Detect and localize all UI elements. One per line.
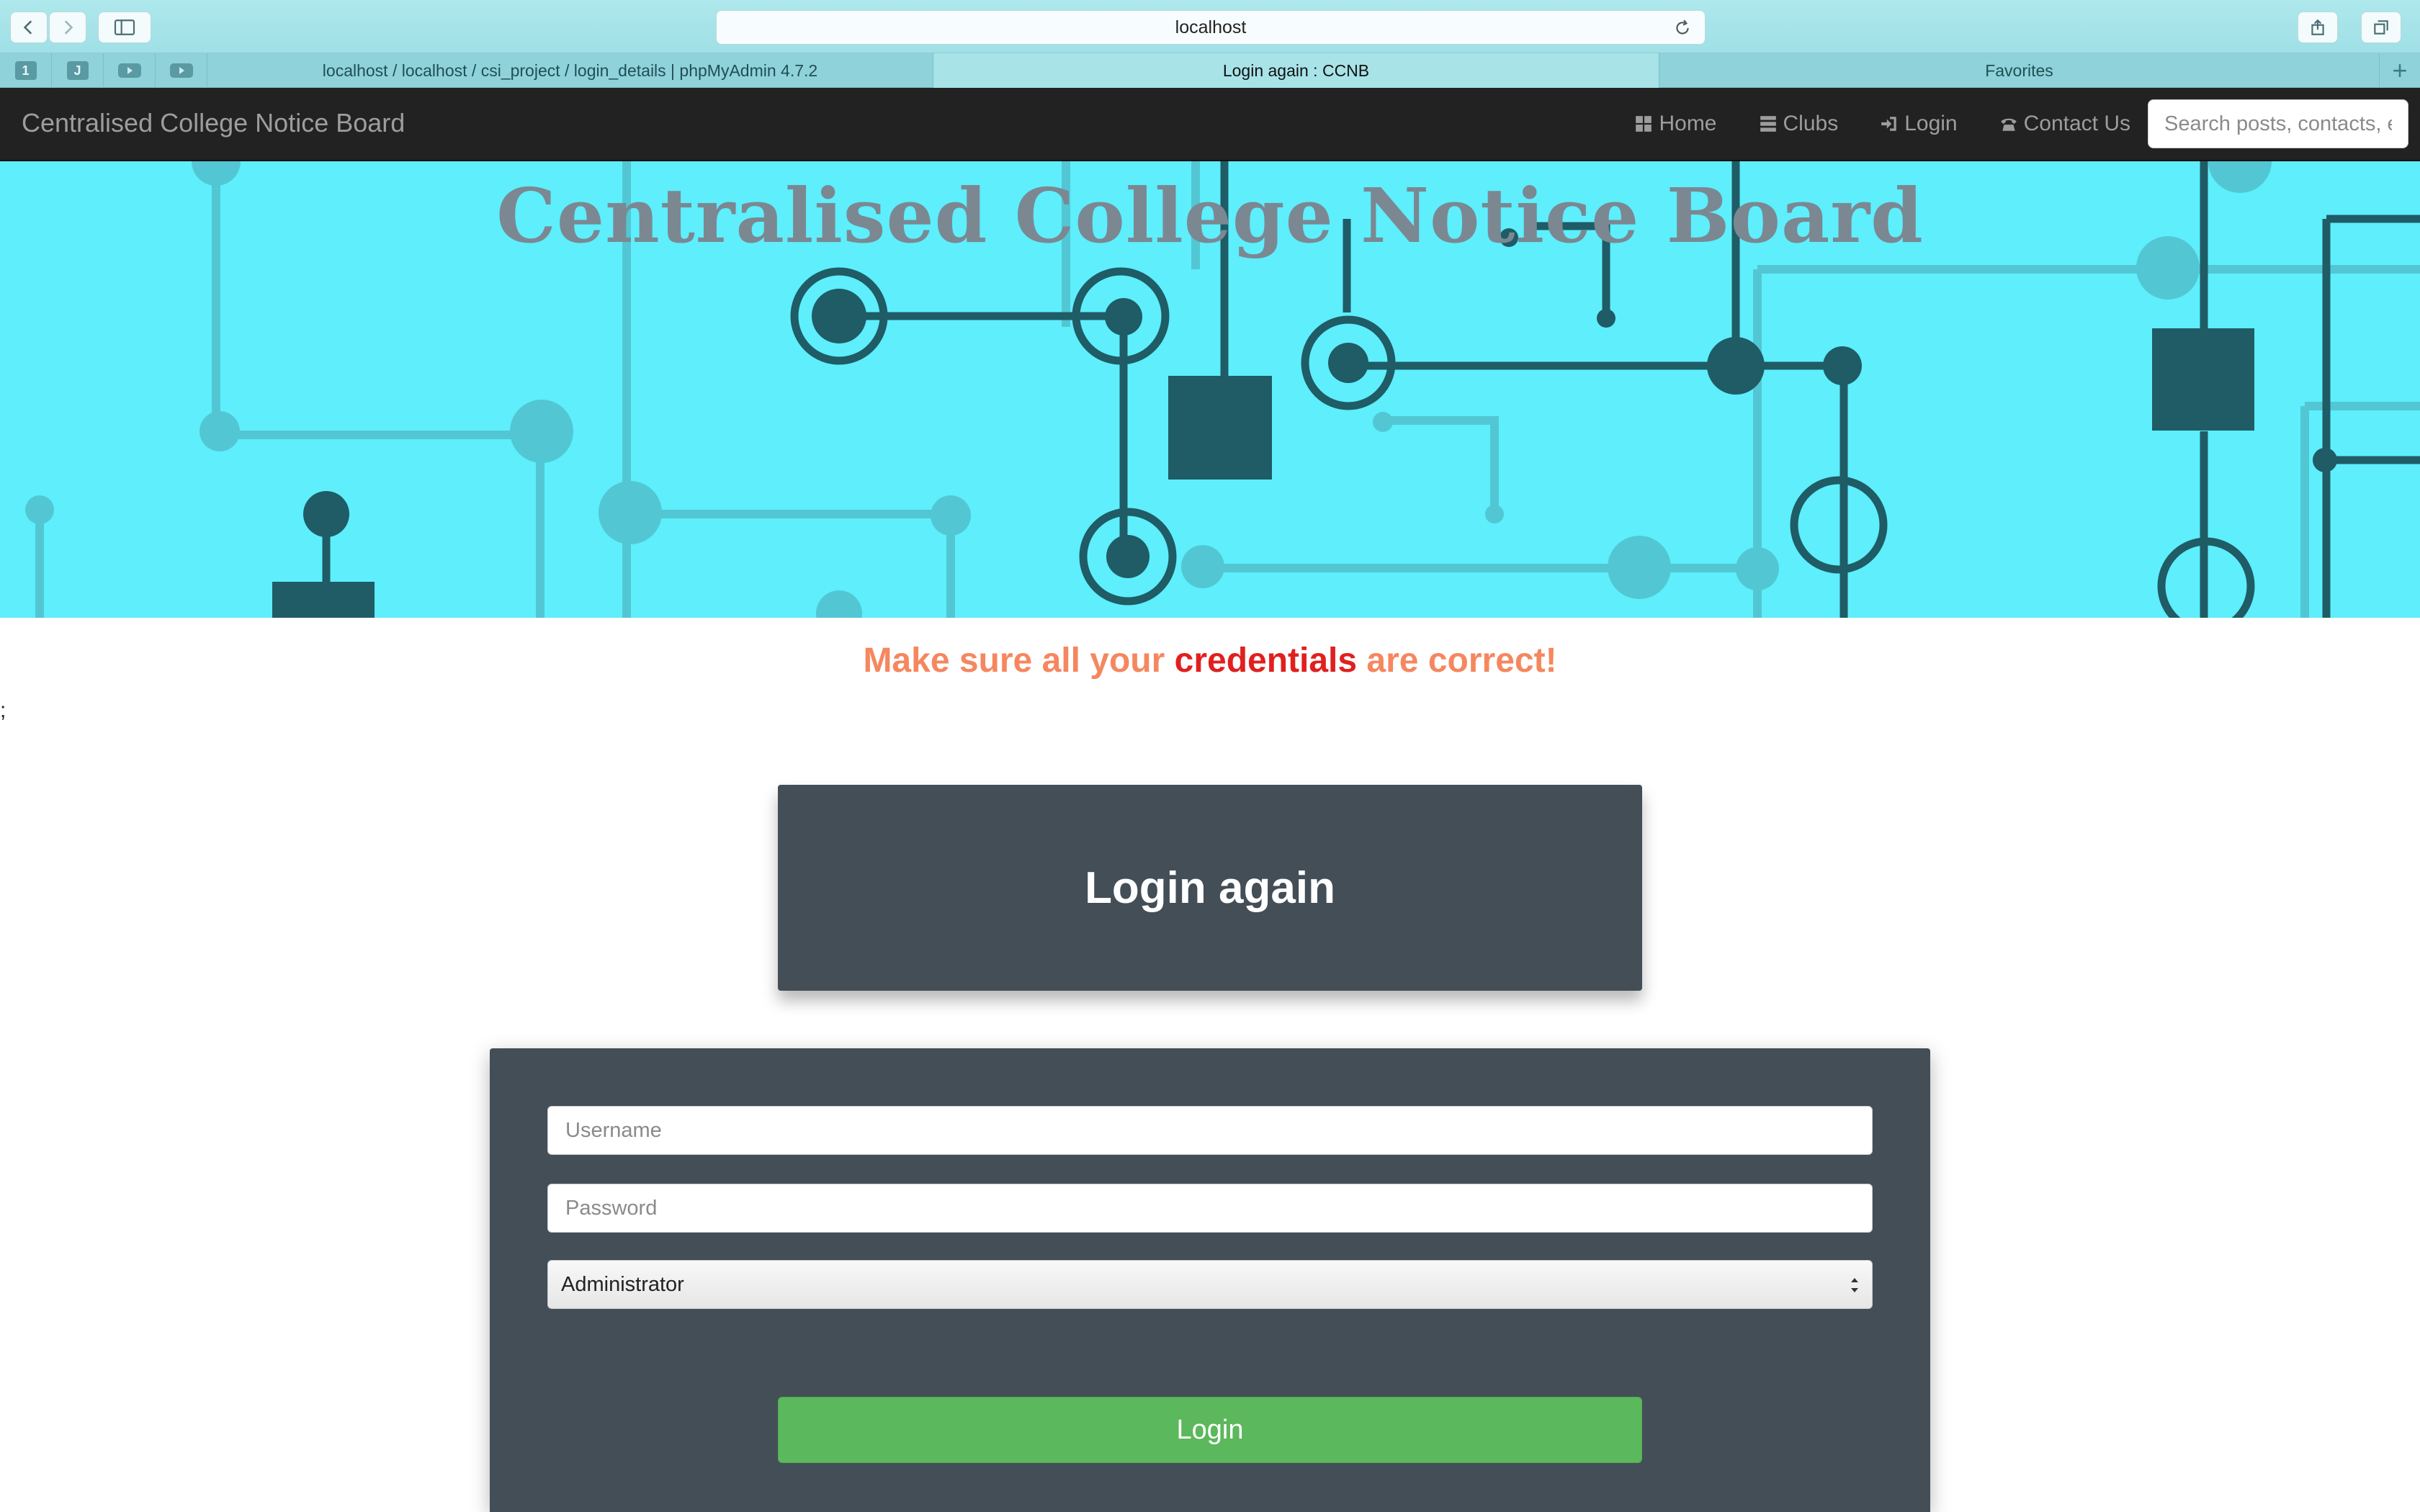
login-heading-card: Login again xyxy=(778,785,1642,991)
login-button[interactable]: Login xyxy=(778,1397,1642,1463)
password-field[interactable] xyxy=(547,1184,1873,1233)
reload-icon[interactable] xyxy=(1673,19,1692,37)
stray-text: ; xyxy=(0,698,6,722)
tabs-overview-button[interactable] xyxy=(2361,12,2401,43)
banner-title: Centralised College Notice Board xyxy=(496,171,1924,260)
chevron-right-icon xyxy=(64,20,73,35)
forward-button[interactable] xyxy=(49,12,86,43)
role-select-value: Administrator xyxy=(561,1272,684,1296)
login-heading: Login again xyxy=(1085,863,1335,913)
pinned-tab[interactable] xyxy=(156,53,207,88)
sidebar-icon xyxy=(114,19,135,35)
sign-in-icon xyxy=(1881,117,1896,131)
url-text: localhost xyxy=(1175,17,1247,37)
pinned-tab[interactable]: 1 xyxy=(0,53,52,88)
chevron-left-icon xyxy=(23,20,32,35)
nav-home[interactable]: Home xyxy=(1634,112,1717,136)
hero-banner: Centralised College Notice Board xyxy=(0,161,2420,618)
navbar-brand[interactable]: Centralised College Notice Board xyxy=(22,108,405,138)
site-navbar: Centralised College Notice Board Home Cl… xyxy=(0,88,2420,161)
nav-login[interactable]: Login xyxy=(1880,112,1958,136)
credentials-warning: Make sure all your credentials are corre… xyxy=(0,641,2420,680)
warning-text-start: Make sure all your xyxy=(863,642,1175,680)
video-icon xyxy=(169,63,193,78)
sidebar-toggle-button[interactable] xyxy=(98,12,151,43)
warning-highlight: credentials xyxy=(1174,642,1358,680)
pinned-tab-badge: J xyxy=(66,61,89,80)
role-select[interactable]: Administrator xyxy=(547,1260,1873,1309)
share-icon xyxy=(2311,19,2324,35)
video-icon xyxy=(117,63,141,78)
list-icon xyxy=(1760,116,1776,132)
search-input[interactable] xyxy=(2148,99,2408,148)
tab-phpmyadmin[interactable]: localhost / localhost / csi_project / lo… xyxy=(207,53,933,88)
nav-clubs[interactable]: Clubs xyxy=(1759,112,1839,136)
new-tab-button[interactable]: + xyxy=(2380,53,2420,87)
tabs-icon xyxy=(2374,20,2388,35)
browser-toolbar: localhost xyxy=(0,0,2420,53)
back-button[interactable] xyxy=(10,12,48,43)
tab-favorites[interactable]: Favorites xyxy=(1659,53,2380,88)
nav-home-label: Home xyxy=(1659,112,1717,135)
grid-icon xyxy=(1636,116,1652,132)
share-button[interactable] xyxy=(2298,12,2338,43)
pinned-tab[interactable] xyxy=(104,53,156,88)
nav-contact-label: Contact Us xyxy=(2023,112,2130,135)
pinned-tab-badge: 1 xyxy=(14,61,37,80)
navbar-links: Home Clubs Login Contact Us xyxy=(1592,88,2130,160)
pinned-tab[interactable]: J xyxy=(52,53,104,88)
nav-login-label: Login xyxy=(1904,112,1958,135)
username-field[interactable] xyxy=(547,1106,1873,1155)
tab-login-again[interactable]: Login again : CCNB xyxy=(933,53,1659,88)
address-bar[interactable]: localhost xyxy=(716,10,1706,45)
nav-clubs-label: Clubs xyxy=(1783,112,1839,135)
warning-text-end: are correct! xyxy=(1357,642,1557,680)
nav-contact[interactable]: Contact Us xyxy=(1999,112,2130,136)
login-form: Administrator Login xyxy=(490,1048,1930,1512)
tab-bar: 1 J localhost / localhost / csi_project … xyxy=(0,53,2420,88)
phone-icon xyxy=(2000,118,2017,131)
select-arrows-icon xyxy=(1851,1278,1858,1292)
